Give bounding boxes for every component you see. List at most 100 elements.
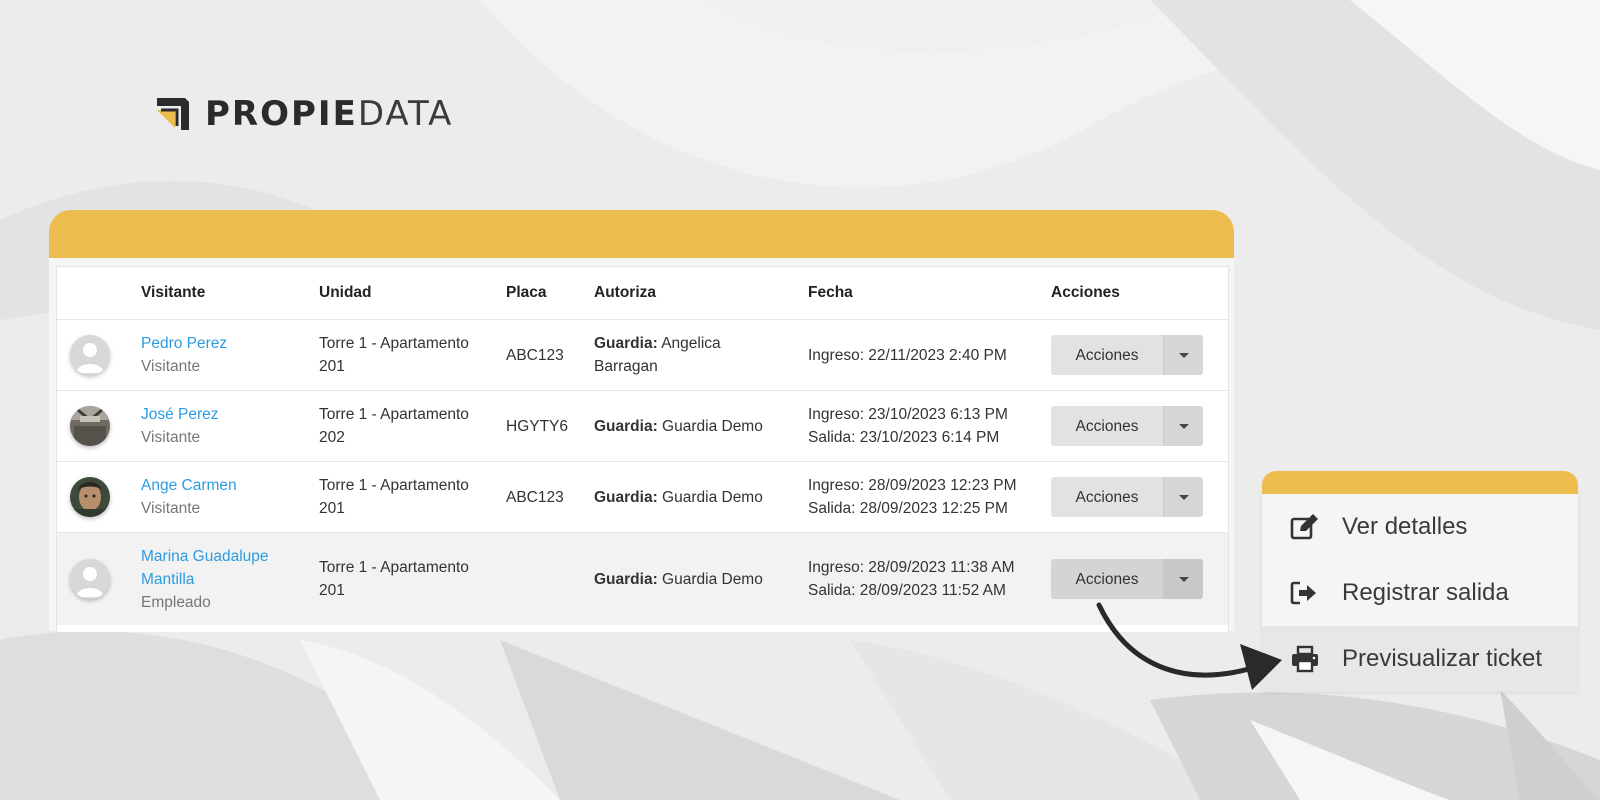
menu-header-bar — [1262, 471, 1578, 494]
actions-button-group: Acciones — [1051, 406, 1203, 446]
brand-wordmark: PROPIEDATA — [205, 94, 453, 134]
visitor-type: Visitante — [141, 429, 201, 446]
ingreso-text: Ingreso: 23/10/2023 6:13 PM — [808, 406, 1008, 423]
actions-button[interactable]: Acciones — [1051, 559, 1164, 599]
salida-text: Salida: 28/09/2023 12:25 PM — [808, 500, 1008, 517]
caret-down-icon — [1178, 423, 1189, 429]
visitor-cell: Pedro Perez Visitante — [141, 319, 319, 391]
autoriza-cell: Guardia: Guardia Demo — [594, 390, 808, 462]
actions-button[interactable]: Acciones — [1051, 335, 1164, 375]
header-avatar — [57, 267, 141, 320]
ingreso-text: Ingreso: 28/09/2023 12:23 PM — [808, 477, 1017, 494]
header-fecha[interactable]: Fecha — [808, 267, 1051, 320]
auth-value-cont: Barragan — [594, 358, 658, 375]
visitor-name-line2: Mantilla — [141, 570, 195, 588]
visitors-card: Visitante Unidad Placa Autoriza Fecha Ac… — [49, 210, 1234, 632]
default-avatar-icon — [70, 335, 110, 375]
placa-cell: ABC123 — [506, 319, 594, 391]
visitor-name-link[interactable]: José Perez — [141, 403, 319, 426]
fecha-cell: Ingreso: 28/09/2023 11:38 AM Salida: 28/… — [808, 532, 1051, 625]
unit-line: Torre 1 - Apartamento — [319, 335, 469, 352]
acciones-cell: Acciones — [1051, 390, 1228, 462]
brand-logo: PROPIEDATA — [155, 94, 453, 134]
menu-item-ver-detalles[interactable]: Ver detalles — [1262, 494, 1578, 560]
visitor-name-line1: Marina Guadalupe — [141, 547, 269, 565]
fecha-cell: Ingreso: 22/11/2023 2:40 PM — [808, 319, 1051, 391]
actions-button[interactable]: Acciones — [1051, 406, 1164, 446]
menu-item-label: Ver detalles — [1342, 513, 1468, 540]
menu-body: Ver detalles Registrar salida Previsuali… — [1262, 494, 1578, 692]
visitor-name-link[interactable]: Pedro Perez — [141, 332, 319, 355]
sign-out-icon — [1288, 578, 1322, 608]
auth-label: Guardia: — [594, 570, 658, 588]
auth-label: Guardia: — [594, 335, 658, 352]
salida-text: Salida: 23/10/2023 6:14 PM — [808, 429, 1000, 446]
unit-number: 201 — [319, 500, 345, 517]
visitor-cell: Marina Guadalupe Mantilla Empleado — [141, 532, 319, 625]
unit-line: Torre 1 - Apartamento — [319, 477, 469, 494]
actions-dropdown-toggle[interactable] — [1164, 406, 1203, 446]
visitors-table-wrap: Visitante Unidad Placa Autoriza Fecha Ac… — [56, 266, 1229, 632]
caret-down-icon — [1178, 576, 1189, 582]
actions-dropdown-toggle[interactable] — [1164, 335, 1203, 375]
ingreso-text: Ingreso: 22/11/2023 2:40 PM — [808, 346, 1007, 364]
actions-button-group: Acciones — [1051, 335, 1203, 375]
auth-value: Guardia Demo — [662, 570, 763, 588]
autoriza-cell: Guardia: Angelica Barragan — [594, 319, 808, 391]
unit-cell: Torre 1 - Apartamento 201 — [319, 319, 506, 391]
acciones-cell: Acciones — [1051, 532, 1228, 625]
photo-avatar — [70, 477, 110, 517]
header-unidad[interactable]: Unidad — [319, 267, 506, 320]
caret-down-icon — [1178, 494, 1189, 500]
placa-cell — [506, 532, 594, 625]
auth-label: Guardia: — [594, 488, 658, 506]
ingreso-text: Ingreso: 28/09/2023 11:38 AM — [808, 559, 1015, 576]
auth-value: Angelica — [661, 335, 721, 352]
avatar-cell — [57, 319, 141, 391]
menu-item-registrar-salida[interactable]: Registrar salida — [1262, 560, 1578, 626]
menu-item-label: Registrar salida — [1342, 579, 1509, 606]
avatar-cell — [57, 390, 141, 462]
visitor-name-link[interactable]: Ange Carmen — [141, 474, 319, 497]
menu-item-previsualizar-ticket[interactable]: Previsualizar ticket — [1262, 626, 1578, 692]
print-icon — [1288, 644, 1322, 674]
visitor-type: Visitante — [141, 358, 201, 375]
actions-dropdown-toggle[interactable] — [1164, 477, 1203, 517]
visitor-cell: Ange Carmen Visitante — [141, 461, 319, 533]
unit-line: Torre 1 - Apartamento — [319, 406, 469, 423]
unit-cell: Torre 1 - Apartamento 201 — [319, 532, 506, 625]
visitors-table: Visitante Unidad Placa Autoriza Fecha Ac… — [57, 267, 1228, 625]
actions-button[interactable]: Acciones — [1051, 477, 1164, 517]
auth-label: Guardia: — [594, 417, 658, 435]
actions-button-group: Acciones — [1051, 559, 1203, 599]
unit-cell: Torre 1 - Apartamento 201 — [319, 461, 506, 533]
visitor-name-link[interactable]: Marina Guadalupe Mantilla — [141, 545, 319, 591]
acciones-cell: Acciones — [1051, 319, 1228, 391]
table-row: Ange Carmen Visitante Torre 1 - Apartame… — [57, 461, 1228, 533]
unit-number: 201 — [319, 582, 345, 599]
fecha-cell: Ingreso: 23/10/2023 6:13 PM Salida: 23/1… — [808, 390, 1051, 462]
card-body: Visitante Unidad Placa Autoriza Fecha Ac… — [49, 258, 1234, 632]
actions-dropdown-menu: Ver detalles Registrar salida Previsuali… — [1262, 471, 1578, 692]
unit-number: 202 — [319, 429, 345, 446]
visitor-type: Empleado — [141, 593, 211, 611]
fecha-cell: Ingreso: 28/09/2023 12:23 PM Salida: 28/… — [808, 461, 1051, 533]
brand-name-bold: PROPIE — [205, 94, 358, 134]
header-visitante[interactable]: Visitante — [141, 267, 319, 320]
table-row: José Perez Visitante Torre 1 - Apartamen… — [57, 390, 1228, 462]
menu-item-label: Previsualizar ticket — [1342, 645, 1543, 672]
salida-text: Salida: 28/09/2023 11:52 AM — [808, 582, 1006, 599]
acciones-cell: Acciones — [1051, 461, 1228, 533]
header-acciones: Acciones — [1051, 267, 1228, 320]
unit-number: 201 — [319, 358, 345, 375]
actions-dropdown-toggle[interactable] — [1164, 559, 1203, 599]
caret-down-icon — [1178, 352, 1189, 358]
brand-name-light: DATA — [357, 94, 454, 134]
propiedata-logo-icon — [157, 98, 189, 130]
header-autoriza[interactable]: Autoriza — [594, 267, 808, 320]
auth-value: Guardia Demo — [662, 488, 763, 506]
auth-value: Guardia Demo — [662, 417, 763, 435]
table-header-row: Visitante Unidad Placa Autoriza Fecha Ac… — [57, 267, 1228, 320]
unit-line: Torre 1 - Apartamento — [319, 559, 469, 576]
header-placa[interactable]: Placa — [506, 267, 594, 320]
